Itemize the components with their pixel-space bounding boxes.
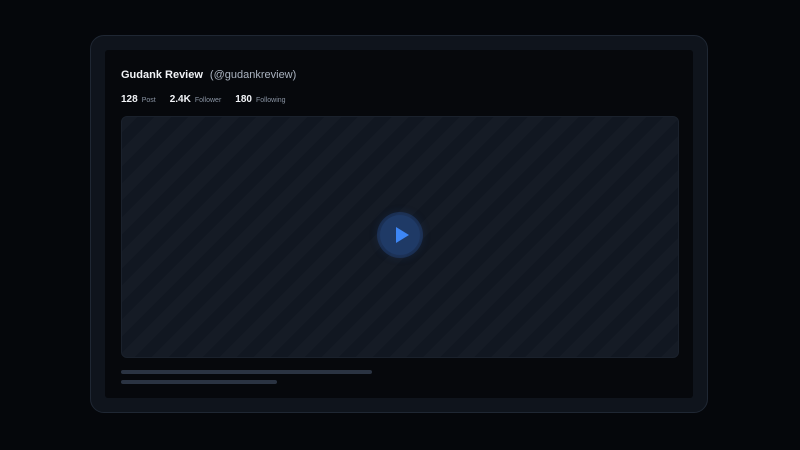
stat-value: 128 <box>121 94 138 105</box>
stat-posts[interactable]: 128 Post <box>121 94 156 105</box>
profile-name[interactable]: Gudank Review <box>121 69 203 81</box>
screen: Gudank Review (@gudankreview) 128 Post 2… <box>105 50 693 398</box>
stat-label: Following <box>255 97 286 104</box>
stat-followers[interactable]: 2.4K Follower <box>170 94 222 105</box>
stat-following[interactable]: 180 Following <box>235 94 285 105</box>
profile-header: Gudank Review (@gudankreview) <box>121 69 296 81</box>
caption-placeholder-line <box>121 370 372 374</box>
device-frame: Gudank Review (@gudankreview) 128 Post 2… <box>90 35 708 413</box>
stat-value: 2.4K <box>169 94 191 105</box>
play-button[interactable] <box>380 215 420 255</box>
stat-value: 180 <box>235 94 252 105</box>
profile-stats: 128 Post 2.4K Follower 180 Following <box>121 94 286 105</box>
stat-label: Post <box>141 97 156 104</box>
caption-placeholder-line <box>121 380 277 384</box>
play-icon <box>395 227 409 243</box>
stat-label: Follower <box>194 97 222 104</box>
profile-handle[interactable]: (@gudankreview) <box>210 69 296 81</box>
video-player[interactable] <box>121 116 679 358</box>
